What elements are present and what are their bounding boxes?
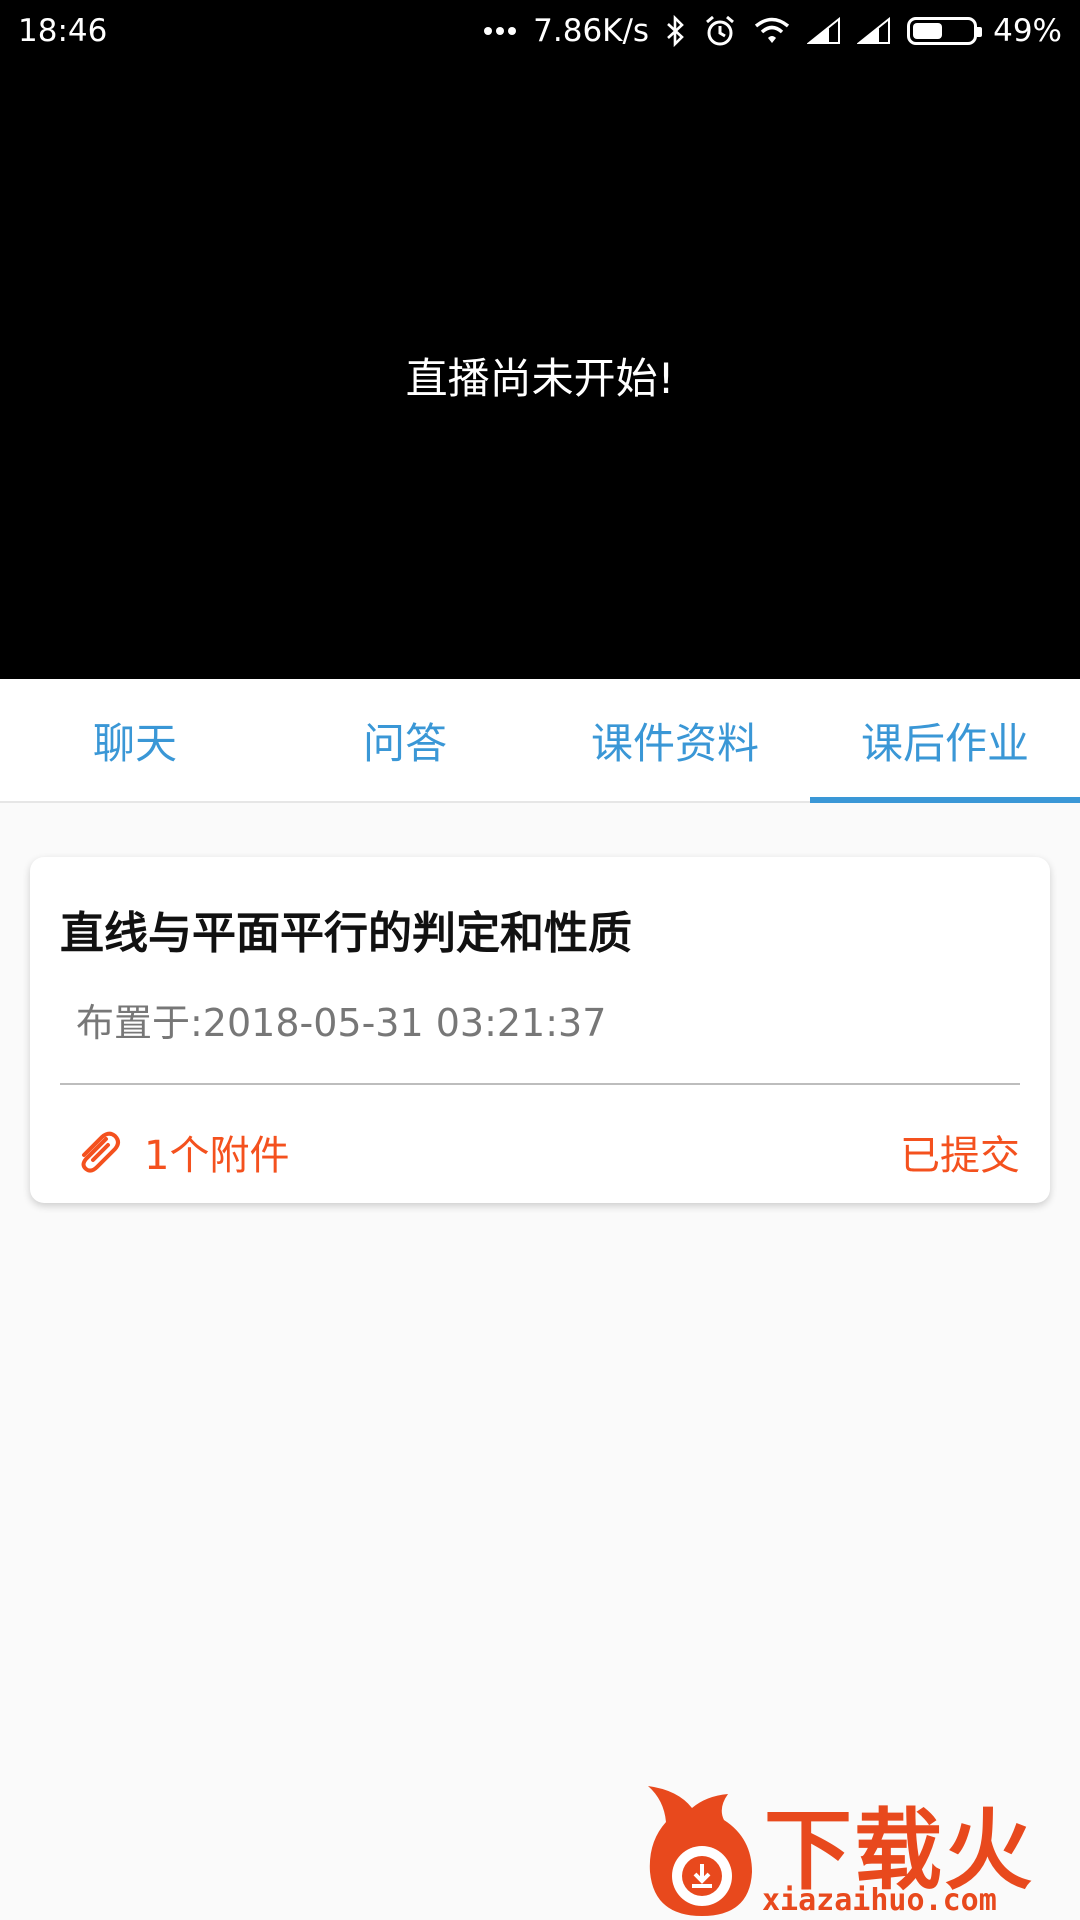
status-icons: 7.86K/s 49% xyxy=(483,13,1062,49)
signal-icon xyxy=(807,17,841,45)
submission-status: 已提交 xyxy=(900,1133,1020,1179)
watermark-url: xiazaihuo.com xyxy=(762,1883,997,1918)
homework-assigned-date: 布置于:2018-05-31 03:21:37 xyxy=(76,1001,607,1045)
signal-icon xyxy=(857,17,891,45)
watermark-logo: 下载火 xiazaihuo.com xyxy=(636,1780,1080,1920)
attachment-count-link[interactable]: 1个附件 xyxy=(144,1123,289,1181)
flame-logo-icon xyxy=(648,1786,752,1916)
tab-bar: 聊天 问答 课件资料 课后作业 xyxy=(0,679,1080,803)
status-bar: 18:46 7.86K/s 49% xyxy=(0,0,1080,62)
paperclip-icon xyxy=(76,1131,122,1173)
tab-label: 聊天 xyxy=(92,718,177,768)
bluetooth-icon xyxy=(665,15,687,47)
battery-level xyxy=(913,23,942,39)
homework-footer: 1个附件 已提交 xyxy=(76,1117,1020,1187)
homework-card[interactable]: 直线与平面平行的判定和性质 布置于:2018-05-31 03:21:37 1个… xyxy=(30,857,1050,1203)
video-player[interactable]: 18:46 7.86K/s 49% 直播尚未开始! xyxy=(0,0,1080,679)
battery-percent: 49% xyxy=(993,13,1062,49)
tab-label: 课后作业 xyxy=(860,718,1029,768)
battery-icon xyxy=(907,17,983,45)
network-speed: 7.86K/s xyxy=(533,13,650,49)
tab-qa[interactable]: 问答 xyxy=(270,679,540,801)
more-dots-icon xyxy=(483,26,517,36)
tab-label: 问答 xyxy=(362,718,447,768)
tab-materials[interactable]: 课件资料 xyxy=(540,679,810,801)
live-not-started-message: 直播尚未开始! xyxy=(405,354,675,403)
wifi-icon xyxy=(753,16,791,46)
tab-homework[interactable]: 课后作业 xyxy=(810,679,1080,803)
divider xyxy=(60,1083,1020,1085)
tab-label: 课件资料 xyxy=(590,718,759,768)
homework-title: 直线与平面平行的判定和性质 xyxy=(60,908,632,959)
status-time: 18:46 xyxy=(18,13,108,49)
tab-chat[interactable]: 聊天 xyxy=(0,679,270,801)
alarm-icon xyxy=(703,14,737,48)
